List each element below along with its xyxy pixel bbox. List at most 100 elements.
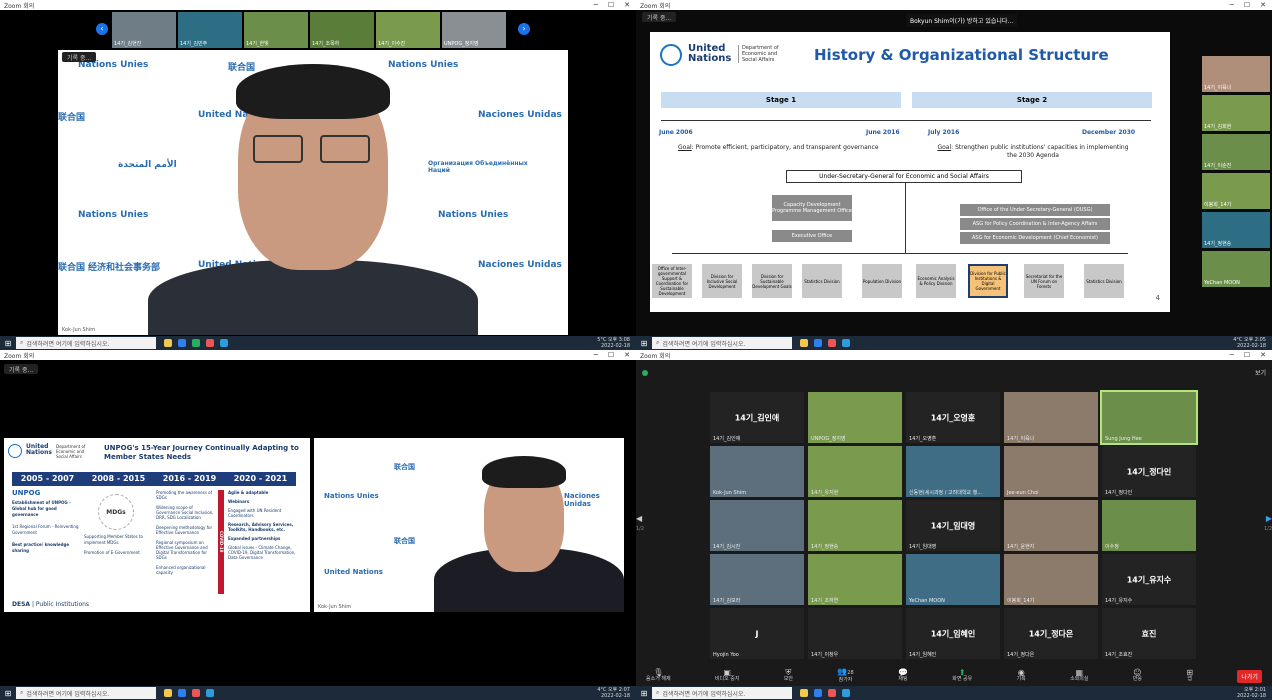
participant-tile[interactable]: UNPOG_정지영 [808, 392, 902, 443]
close-icon[interactable]: ✕ [624, 351, 630, 359]
zoom-icon[interactable] [842, 689, 850, 697]
participant-tile[interactable]: J Hyojin Yoo [710, 608, 804, 659]
side-thumbnail[interactable]: 14기_이순진 [1202, 134, 1270, 170]
participant-tile[interactable]: 이수정 [1102, 500, 1196, 551]
thumbnail[interactable]: 14기_조목하 [310, 12, 374, 48]
zoom-icon[interactable] [842, 339, 850, 347]
taskbar-search[interactable]: ⌕ 검색하려면 여기에 입력하십시오. [652, 687, 792, 699]
maximize-icon[interactable]: ☐ [1244, 351, 1250, 359]
participant-tile[interactable]: 14기_김보라 [710, 554, 804, 605]
window-title: Zoom 회의 [640, 2, 671, 10]
share-screen-button[interactable]: ⬆ 화면 공유 [952, 669, 972, 683]
side-thumbnail[interactable]: 14기_이육나 [1202, 56, 1270, 92]
participant-tile[interactable]: 14기_김시진 [710, 500, 804, 551]
participants-button[interactable]: 👥28 참가자 [837, 668, 853, 684]
next-page-icon[interactable]: ▶ [1266, 514, 1272, 523]
mute-button[interactable]: 🎙 음소거 해제 [646, 669, 671, 683]
next-page-arrow-icon[interactable]: › [518, 23, 530, 35]
close-icon[interactable]: ✕ [1260, 1, 1266, 9]
taskbar-search[interactable]: ⌕ 검색하려면 여기에 입력하십시오. [652, 337, 792, 349]
minimize-icon[interactable]: ─ [1230, 1, 1234, 9]
participant-tile[interactable]: 14기_이육나 [1004, 392, 1098, 443]
thumbnail-name: 14기_이순진 [1204, 163, 1232, 169]
chrome-icon[interactable] [828, 339, 836, 347]
participant-tile[interactable]: 14기_김인애 14기_김인애 [710, 392, 804, 443]
folder-icon[interactable] [164, 689, 172, 697]
participant-tile[interactable]: 14기_임혜인 14기_임혜인 [906, 608, 1000, 659]
participant-tile[interactable]: 14기_유지현 [808, 446, 902, 497]
side-thumbnail[interactable]: 14기_정현승 [1202, 212, 1270, 248]
zoom-icon[interactable] [220, 339, 228, 347]
chrome-icon[interactable] [828, 689, 836, 697]
mdgs-wheel-icon: MDGs [98, 494, 134, 530]
glasses [320, 135, 370, 163]
close-icon[interactable]: ✕ [1260, 351, 1266, 359]
windows-start-icon[interactable]: ⊞ [636, 689, 652, 698]
thumbnail[interactable]: 14기_김현진 [112, 12, 176, 48]
view-menu[interactable]: 보기 [1255, 368, 1266, 377]
participant-tile[interactable]: 14기_윤현지 [1004, 500, 1098, 551]
maximize-icon[interactable]: ☐ [1244, 1, 1250, 9]
participant-name: 14기_정현승 [811, 544, 839, 550]
participant-tile[interactable]: 이봉희_14기 [1004, 554, 1098, 605]
participant-tile[interactable]: 신동현(세시과정 / 고려대학교 행... [906, 446, 1000, 497]
participant-tile[interactable]: 14기_오영훈 14기_오영훈 [906, 392, 1000, 443]
apps-button[interactable]: ⊞ 앱 [1186, 669, 1193, 683]
participant-tile[interactable]: 14기_유지수 14기_유지수 [1102, 554, 1196, 605]
chrome-icon[interactable] [206, 339, 214, 347]
thumbnail-name: 14기_이수진 [378, 41, 406, 47]
minimize-icon[interactable]: ─ [1230, 351, 1234, 359]
maximize-icon[interactable]: ☐ [608, 351, 614, 359]
windows-start-icon[interactable]: ⊞ [0, 689, 16, 698]
side-thumbnail[interactable]: 이봉희_14기 [1202, 173, 1270, 209]
edge-icon[interactable] [178, 689, 186, 697]
participant-label: J [755, 629, 759, 638]
participant-tile[interactable]: Jee-eun Choi [1004, 446, 1098, 497]
reactions-button[interactable]: ☺ 반응 [1133, 669, 1142, 683]
prev-page-icon[interactable]: ◀ [636, 514, 642, 523]
participant-tile[interactable]: 14기_임대영 14기_임대영 [906, 500, 1000, 551]
chrome-icon[interactable] [192, 689, 200, 697]
participant-tile[interactable]: 14기_정다인 14기_정다인 [1102, 446, 1196, 497]
taskbar-search[interactable]: ⌕ 검색하려면 여기에 입력하십시오. [16, 687, 156, 699]
taskbar-search[interactable]: ⌕ 검색하려면 여기에 입력하십시오. [16, 337, 156, 349]
side-thumbnail[interactable]: YeChan MOON [1202, 251, 1270, 287]
participant-tile[interactable]: YeChan MOON [906, 554, 1000, 605]
edge-icon[interactable] [814, 339, 822, 347]
participant-tile[interactable]: 효진 14기_조효진 [1102, 608, 1196, 659]
record-button[interactable]: ◉ 기록 [1017, 669, 1026, 683]
participant-tile[interactable]: Sung Jung Hee [1100, 390, 1198, 445]
thumbnail[interactable]: 14기_이수진 [376, 12, 440, 48]
folder-icon[interactable] [800, 689, 808, 697]
leave-button[interactable]: 나가기 [1237, 669, 1262, 683]
chat-button[interactable]: 💬 채팅 [898, 669, 908, 683]
participant-tile[interactable]: Kok-Jun Shim [710, 446, 804, 497]
participant-tile[interactable]: 14기_이창우 [808, 608, 902, 659]
maximize-icon[interactable]: ☐ [608, 1, 614, 9]
windows-start-icon[interactable]: ⊞ [636, 339, 652, 348]
edge-icon[interactable] [178, 339, 186, 347]
windows-start-icon[interactable]: ⊞ [0, 339, 16, 348]
window-title: Zoom 회의 [4, 2, 35, 10]
minimize-icon[interactable]: ─ [594, 1, 598, 9]
breakout-rooms-button[interactable]: ▦ 소회의실 [1070, 669, 1088, 683]
edge-icon[interactable] [814, 689, 822, 697]
participant-tile[interactable]: 14기_조하연 [808, 554, 902, 605]
security-shield-icon[interactable] [642, 370, 648, 376]
participant-tile[interactable]: 14기_정현승 [808, 500, 902, 551]
minimize-icon[interactable]: ─ [594, 351, 598, 359]
video-button[interactable]: ▣ 비디오 중지 [715, 669, 740, 683]
slide-unpog-journey: United Nations Department of Economic an… [4, 438, 310, 612]
thumbnail[interactable]: 14기_김민주 [178, 12, 242, 48]
participant-tile[interactable]: 14기_정다은 14기_정다은 [1004, 608, 1098, 659]
thumbnail[interactable]: UNPOG_정지영 [442, 12, 506, 48]
thumbnail[interactable]: 14기_한빛 [244, 12, 308, 48]
app-icon[interactable] [192, 339, 200, 347]
folder-icon[interactable] [164, 339, 172, 347]
zoom-icon[interactable] [206, 689, 214, 697]
folder-icon[interactable] [800, 339, 808, 347]
prev-page-arrow-icon[interactable]: ‹ [96, 23, 108, 35]
security-button[interactable]: ⛨ 보안 [784, 669, 793, 683]
side-thumbnail[interactable]: 14기_김희현 [1202, 95, 1270, 131]
close-icon[interactable]: ✕ [624, 1, 630, 9]
